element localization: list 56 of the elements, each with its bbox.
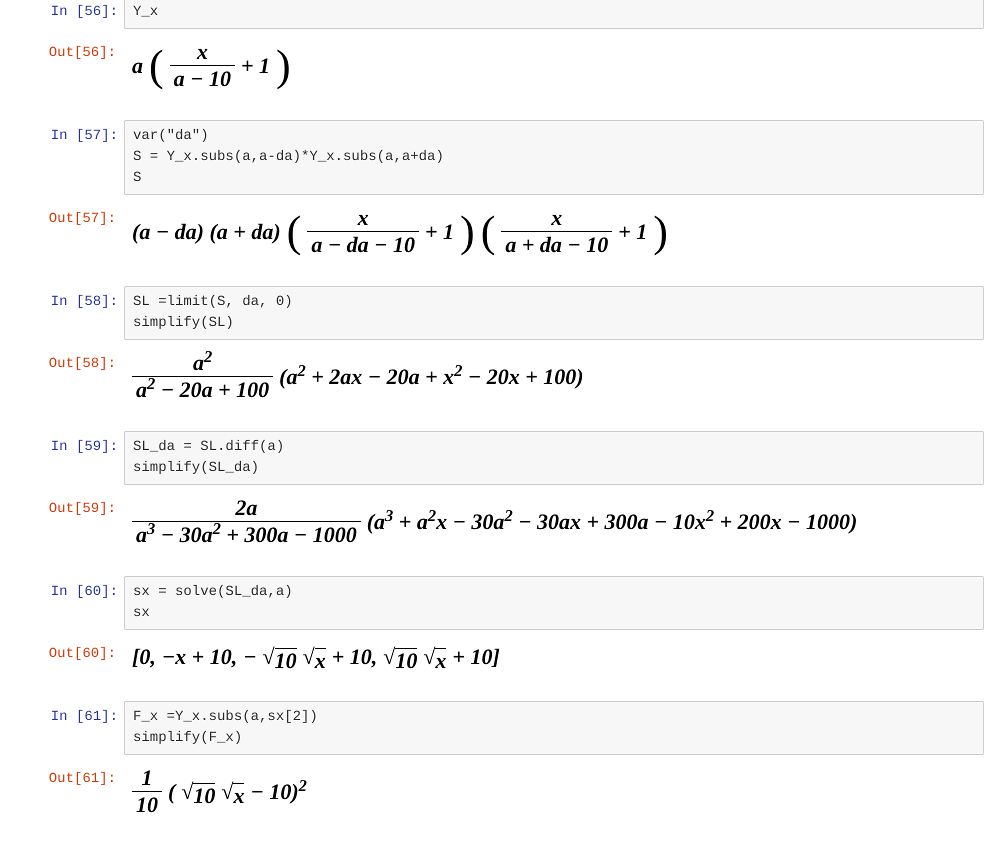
math-expression: (a$^{2}$ + 2ax − 20a + x$^{2}$ − 20x + 100) bbox=[279, 360, 584, 391]
parenthesis: ( bbox=[149, 42, 164, 90]
math-expression: a bbox=[132, 52, 143, 80]
math-expression: + 1 bbox=[618, 218, 648, 246]
math-expression: + 1 bbox=[425, 218, 454, 246]
square-root: √x bbox=[221, 778, 244, 808]
denominator: a − da − 10 bbox=[307, 231, 419, 258]
parenthesis: ( bbox=[286, 208, 302, 256]
math-expression: [0, bbox=[132, 643, 156, 671]
square-root: √x bbox=[302, 643, 326, 673]
math-expression: ( bbox=[168, 778, 176, 806]
output-prompt: Out[57]: bbox=[48, 210, 117, 229]
math-expression: −x + 10, bbox=[162, 643, 238, 671]
denominator: 10 bbox=[132, 791, 162, 818]
parenthesis: ) bbox=[276, 42, 291, 90]
output-prompt: Out[58]: bbox=[48, 355, 117, 374]
square-root: √10 bbox=[181, 778, 216, 808]
numerator: x bbox=[356, 205, 370, 231]
denominator: a − 10 bbox=[170, 65, 235, 92]
input-prompt: In [60]: bbox=[50, 583, 119, 602]
output-prompt: Out[61]: bbox=[48, 770, 117, 789]
math-expression: (a$^{3}$ + a$^{2}$x − 30a$^{2}$ − 30ax + 300a − 10x$^{2}$ + 200x − 1000) bbox=[366, 505, 858, 536]
parenthesis: ) bbox=[653, 208, 668, 256]
numerator: 2a bbox=[234, 495, 258, 521]
parenthesis: ) bbox=[460, 208, 475, 256]
input-prompt: In [61]: bbox=[50, 708, 119, 727]
code-cell[interactable]: var("da") S = Y_x.subs(a,a-da)*Y_x.subs(a,a+da) S bbox=[124, 120, 984, 195]
input-prompt: In [59]: bbox=[50, 438, 119, 457]
code-cell[interactable]: Y_x bbox=[124, 0, 984, 29]
output-prompt: Out[59]: bbox=[48, 500, 117, 519]
math-expression: − 10)$^{2}$ bbox=[250, 775, 307, 806]
code-cell[interactable]: F_x =Y_x.subs(a,sx[2]) simplify(F_x) bbox=[124, 701, 984, 755]
square-root: √10 bbox=[383, 643, 418, 673]
parenthesis: ( bbox=[480, 208, 496, 256]
code-cell[interactable]: SL_da = SL.diff(a) simplify(SL_da) bbox=[124, 431, 984, 485]
denominator: a$^{2}$ − 20a + 100 bbox=[132, 376, 274, 403]
numerator: x bbox=[196, 39, 209, 65]
denominator: a + da − 10 bbox=[501, 231, 612, 258]
math-expression: + 10, bbox=[332, 643, 378, 671]
code-cell[interactable]: sx = solve(SL_da,a) sx bbox=[124, 576, 984, 630]
numerator: 1 bbox=[140, 765, 154, 791]
input-prompt: In [56]: bbox=[50, 3, 119, 22]
math-expression: + 1 bbox=[241, 52, 270, 80]
math-expression: − bbox=[243, 643, 257, 671]
numerator: x bbox=[550, 205, 564, 231]
math-expression: (a − da) (a + da) bbox=[132, 218, 281, 246]
square-root: √10 bbox=[262, 643, 297, 673]
math-expression: + 10] bbox=[452, 643, 500, 671]
numerator: a$^{2}$ bbox=[192, 350, 214, 376]
code-cell[interactable]: SL =limit(S, da, 0) simplify(SL) bbox=[124, 286, 984, 340]
square-root: √x bbox=[423, 643, 446, 673]
denominator: a$^{3}$ − 30a$^{2}$ + 300a − 1000 bbox=[132, 521, 361, 548]
input-prompt: In [58]: bbox=[50, 293, 119, 312]
output-prompt: Out[56]: bbox=[48, 44, 117, 63]
output-prompt: Out[60]: bbox=[48, 645, 117, 664]
input-prompt: In [57]: bbox=[50, 127, 119, 146]
